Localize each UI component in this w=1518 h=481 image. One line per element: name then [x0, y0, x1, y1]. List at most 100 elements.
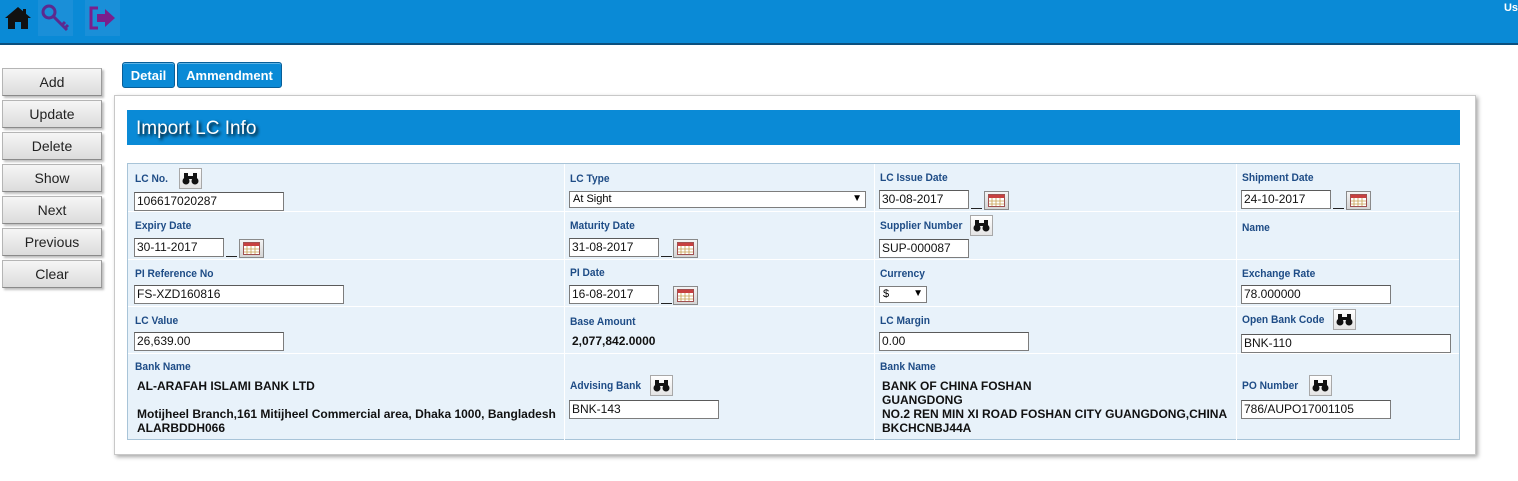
lc-no-input[interactable]: 106617020287: [134, 192, 284, 211]
tab-detail[interactable]: Detail: [122, 62, 175, 88]
open-bank-code-input[interactable]: BNK-110: [1241, 334, 1451, 353]
calendar-icon: [243, 242, 260, 255]
calendar-icon: [677, 289, 694, 302]
po-number-search-button[interactable]: [1309, 375, 1332, 396]
pi-reference-no-label: PI Reference No: [135, 268, 214, 280]
previous-button[interactable]: Previous: [2, 228, 102, 256]
col-divider: [564, 164, 565, 441]
dropdown-arrow-icon: ▼: [913, 288, 923, 299]
row-divider: [128, 259, 1459, 260]
next-button[interactable]: Next: [2, 196, 102, 224]
separator: [1333, 208, 1344, 209]
name-label: Name: [1242, 222, 1270, 234]
open-bank-address: Motijheel Branch,161 Mitijheel Commercia…: [137, 407, 556, 421]
import-lc-panel: Import LC Info LC No. 106617020287 LC Ty…: [114, 95, 1476, 455]
advising-bank-label: Advising Bank: [570, 380, 642, 392]
tab-ammendment[interactable]: Ammendment: [177, 62, 282, 88]
change-password-button[interactable]: [38, 0, 73, 36]
dropdown-arrow-icon: ▼: [852, 193, 862, 204]
open-bank-code-label: Open Bank Code: [1242, 314, 1325, 326]
po-number-label: PO Number: [1242, 380, 1299, 392]
pi-date-calendar-button[interactable]: [673, 286, 698, 305]
separator: [226, 256, 237, 257]
show-button[interactable]: Show: [2, 164, 102, 192]
shipment-date-input[interactable]: 24-10-2017: [1241, 190, 1331, 209]
base-amount-value: 2,077,842.0000: [572, 334, 656, 348]
home-button[interactable]: [0, 0, 35, 36]
binoculars-icon: [1336, 314, 1353, 326]
lc-margin-label: LC Margin: [880, 315, 931, 327]
expiry-date-input[interactable]: 30-11-2017: [134, 238, 224, 257]
lc-issue-date-label: LC Issue Date: [880, 172, 948, 184]
supplier-number-input[interactable]: SUP-000087: [879, 239, 969, 258]
maturity-date-input[interactable]: 31-08-2017: [569, 238, 659, 257]
po-number-input[interactable]: 786/AUPO17001105: [1241, 400, 1391, 419]
binoculars-icon: [973, 220, 990, 232]
lc-issue-date-input[interactable]: 30-08-2017: [879, 190, 969, 209]
advising-bank-swift: BKCHCNBJ44A: [882, 421, 972, 435]
exchange-rate-input[interactable]: 78.000000: [1241, 285, 1391, 304]
expiry-date-calendar-button[interactable]: [239, 239, 264, 258]
lc-value-label: LC Value: [135, 315, 179, 327]
binoculars-icon: [653, 380, 670, 392]
exchange-rate-label: Exchange Rate: [1242, 268, 1316, 280]
lc-type-label: LC Type: [570, 173, 610, 185]
advising-bank-name: BANK OF CHINA FOSHAN: [882, 379, 1032, 393]
logout-button[interactable]: [85, 0, 120, 36]
delete-button[interactable]: Delete: [2, 132, 102, 160]
binoculars-icon: [182, 173, 199, 185]
calendar-icon: [1350, 194, 1367, 207]
lc-value-input[interactable]: 26,639.00: [134, 332, 284, 351]
row-divider: [128, 306, 1459, 307]
lc-margin-input[interactable]: 0.00: [879, 332, 1029, 351]
key-icon: [41, 4, 69, 32]
calendar-icon: [988, 194, 1005, 207]
lc-no-label: LC No.: [135, 173, 168, 185]
supplier-search-button[interactable]: [970, 215, 993, 236]
update-button[interactable]: Update: [2, 100, 102, 128]
maturity-date-calendar-button[interactable]: [673, 239, 698, 258]
user-label: Us: [1503, 2, 1518, 14]
advising-bank-line2: GUANGDONG: [882, 393, 963, 407]
calendar-icon: [677, 242, 694, 255]
row-divider: [128, 211, 1459, 212]
currency-value: $: [883, 288, 890, 300]
pi-date-label: PI Date: [570, 267, 605, 279]
logout-icon: [89, 6, 115, 30]
advising-bank-input[interactable]: BNK-143: [569, 400, 719, 419]
open-bank-name-label: Bank Name: [135, 361, 191, 373]
currency-select[interactable]: $ ▼: [879, 286, 927, 303]
advising-bank-search-button[interactable]: [650, 375, 673, 396]
currency-label: Currency: [880, 268, 925, 280]
binoculars-icon: [1312, 380, 1329, 392]
advising-bank-name-label: Bank Name: [880, 361, 936, 373]
row-divider: [128, 353, 1459, 354]
separator: [661, 256, 672, 257]
lc-no-search-button[interactable]: [179, 168, 202, 189]
home-icon: [4, 7, 31, 29]
col-divider: [874, 164, 875, 441]
maturity-date-label: Maturity Date: [570, 220, 635, 232]
separator: [971, 208, 982, 209]
lc-type-value: At Sight: [573, 193, 612, 205]
top-bar: Us: [0, 0, 1518, 45]
open-bank-search-button[interactable]: [1333, 309, 1356, 330]
shipment-date-label: Shipment Date: [1242, 172, 1314, 184]
pi-reference-no-input[interactable]: FS-XZD160816: [134, 285, 344, 304]
open-bank-name: AL-ARAFAH ISLAMI BANK LTD: [137, 379, 315, 393]
clear-button[interactable]: Clear: [2, 260, 102, 288]
shipment-date-calendar-button[interactable]: [1346, 191, 1371, 210]
expiry-date-label: Expiry Date: [135, 220, 192, 232]
lc-info-form: LC No. 106617020287 LC Type At Sight ▼ L…: [127, 163, 1460, 441]
supplier-number-label: Supplier Number: [880, 220, 963, 232]
advising-bank-address: NO.2 REN MIN XI ROAD FOSHAN CITY GUANGDO…: [882, 407, 1228, 421]
panel-title: Import LC Info: [127, 110, 1460, 145]
base-amount-label: Base Amount: [570, 316, 636, 328]
add-button[interactable]: Add: [2, 68, 102, 96]
separator: [661, 303, 672, 304]
lc-type-select[interactable]: At Sight ▼: [569, 191, 866, 208]
lc-issue-date-calendar-button[interactable]: [984, 191, 1009, 210]
pi-date-input[interactable]: 16-08-2017: [569, 285, 659, 304]
col-divider: [1236, 164, 1237, 441]
open-bank-swift: ALARBDDH066: [137, 421, 226, 435]
